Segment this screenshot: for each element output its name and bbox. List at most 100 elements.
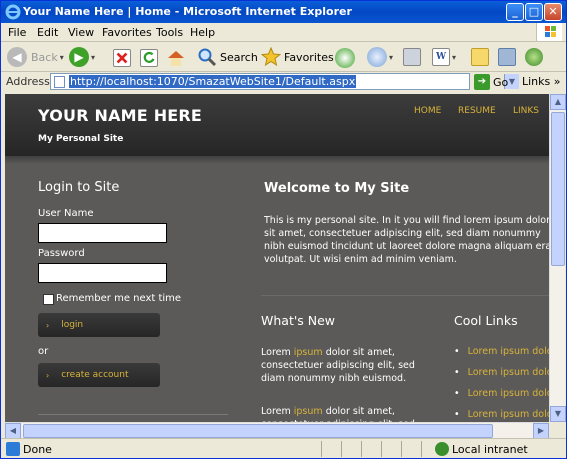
remember-checkbox[interactable] <box>43 294 54 305</box>
chevron-down-icon: ▾ <box>59 52 64 62</box>
address-url: http://localhost:1070/SmazatWebSite1/Def… <box>69 75 357 88</box>
divider <box>261 295 549 296</box>
nav-home[interactable]: HOME <box>414 106 441 116</box>
links-button[interactable]: Links » <box>522 75 561 88</box>
news-lead: Lorem <box>261 406 294 417</box>
cool-link[interactable]: Lorem ipsum dolor <box>454 346 549 367</box>
links-label: Links <box>522 75 551 88</box>
scroll-left-icon[interactable]: ◀ <box>5 423 21 439</box>
password-label: Password <box>38 248 85 259</box>
toolbar: ◀ Back ▾ ▶ ▾ Search Favorites ▾ W ▾ <box>1 42 566 72</box>
password-field[interactable] <box>38 263 167 283</box>
window-title: Your Name Here | Home - Microsoft Intern… <box>23 5 352 18</box>
scrollbar-corner <box>549 422 565 438</box>
go-label: Go <box>493 75 509 89</box>
login-button[interactable]: › login <box>38 313 160 337</box>
horizontal-scrollbar[interactable]: ◀ ▶ <box>5 422 549 439</box>
cool-links-list: Lorem ipsum dolor Lorem ipsum dolor Lore… <box>454 346 549 422</box>
username-label: User Name <box>38 208 94 219</box>
address-bar: Address http://localhost:1070/SmazatWebS… <box>1 72 566 92</box>
research-icon[interactable] <box>498 48 516 66</box>
favorites-button[interactable]: Favorites <box>261 46 334 68</box>
vertical-scroll-thumb[interactable] <box>551 112 565 266</box>
news-link[interactable]: ipsum <box>294 406 323 417</box>
status-cell <box>341 441 359 457</box>
menu-file[interactable]: File <box>8 26 26 39</box>
cool-link[interactable]: Lorem ipsum dolor <box>454 388 549 409</box>
login-button-label: login <box>61 320 84 330</box>
cool-link[interactable]: Lorem ipsum dolor <box>454 367 549 388</box>
browser-window: Your Name Here | Home - Microsoft Intern… <box>0 0 567 459</box>
stop-icon[interactable] <box>113 49 131 67</box>
scroll-down-icon[interactable]: ▼ <box>550 406 566 422</box>
search-button[interactable]: Search <box>197 46 258 68</box>
zone-label: Local intranet <box>452 443 528 456</box>
intranet-icon <box>435 442 449 456</box>
forward-arrow-icon: ▶ <box>69 47 89 67</box>
whats-new-title: What's New <box>261 313 336 328</box>
print-icon[interactable] <box>403 48 421 66</box>
address-input[interactable]: http://localhost:1070/SmazatWebSite1/Def… <box>50 73 519 90</box>
media-icon[interactable] <box>335 48 355 68</box>
news-item: Lorem ipsum dolor sit amet, consectetuer… <box>261 346 436 385</box>
home-icon[interactable] <box>166 48 184 66</box>
menu-tools[interactable]: Tools <box>156 26 183 39</box>
status-cell <box>401 441 419 457</box>
cool-link[interactable]: Lorem ipsum dolor <box>454 409 549 422</box>
forward-button[interactable]: ▶ ▾ <box>69 46 95 68</box>
star-icon <box>261 47 281 67</box>
news-item: Lorem ipsum dolor sit amet, consectetuer… <box>261 405 436 422</box>
status-cell <box>321 441 339 457</box>
search-icon <box>198 48 217 67</box>
windows-logo-icon <box>536 23 562 41</box>
maximize-button[interactable]: □ <box>525 3 543 21</box>
create-account-button[interactable]: › create account <box>38 363 160 387</box>
vertical-scrollbar[interactable]: ▲ ▼ <box>549 94 566 422</box>
status-cell <box>361 441 379 457</box>
cool-links-title: Cool Links <box>454 313 518 328</box>
menu-view[interactable]: View <box>68 26 94 39</box>
menu-favorites[interactable]: Favorites <box>102 26 152 39</box>
back-arrow-icon: ◀ <box>7 47 27 67</box>
menu-edit[interactable]: Edit <box>37 26 58 39</box>
arrow-right-icon: › <box>46 320 50 330</box>
username-field[interactable] <box>38 223 167 243</box>
messenger-icon[interactable] <box>525 48 543 66</box>
page-done-icon <box>6 442 20 456</box>
nav-links[interactable]: LINKS <box>513 106 539 116</box>
close-button[interactable]: ✕ <box>544 3 562 21</box>
ie-logo-icon <box>5 4 21 20</box>
site-title: YOUR NAME HERE <box>38 106 203 125</box>
status-bar: Done Local intranet <box>1 438 566 458</box>
welcome-text: This is my personal site. In it you will… <box>264 215 549 265</box>
welcome-title: Welcome to My Site <box>264 181 410 196</box>
back-button[interactable]: ◀ Back ▾ <box>7 46 64 68</box>
divider <box>38 414 228 415</box>
refresh-icon[interactable] <box>140 49 158 67</box>
horizontal-scroll-thumb[interactable] <box>23 424 493 438</box>
header-bevel <box>5 156 549 164</box>
edit-button[interactable]: W ▾ <box>432 46 456 68</box>
word-icon: W <box>432 48 450 66</box>
nav-resume[interactable]: RESUME <box>458 106 496 116</box>
discuss-icon[interactable] <box>471 48 489 66</box>
create-account-label: create account <box>61 370 129 380</box>
news-link[interactable]: ipsum <box>294 347 323 358</box>
scroll-up-icon[interactable]: ▲ <box>550 94 566 110</box>
news-lead: Lorem <box>261 347 294 358</box>
status-cell <box>381 441 399 457</box>
page-icon <box>54 76 65 88</box>
menu-help[interactable]: Help <box>190 26 215 39</box>
remember-label: Remember me next time <box>56 293 182 304</box>
status-text: Done <box>23 443 52 456</box>
history-button[interactable]: ▾ <box>367 46 393 68</box>
title-bar[interactable]: Your Name Here | Home - Microsoft Intern… <box>1 1 566 23</box>
minimize-button[interactable]: _ <box>506 3 524 21</box>
go-button[interactable]: ➔ Go <box>474 74 508 90</box>
chevron-down-icon: ▾ <box>91 52 96 62</box>
or-label: or <box>38 346 49 357</box>
favorites-label: Favorites <box>284 50 334 64</box>
menu-bar: File Edit View Favorites Tools Help <box>1 23 566 42</box>
chevron-down-icon: ▾ <box>389 52 394 62</box>
scroll-right-icon[interactable]: ▶ <box>533 423 549 439</box>
